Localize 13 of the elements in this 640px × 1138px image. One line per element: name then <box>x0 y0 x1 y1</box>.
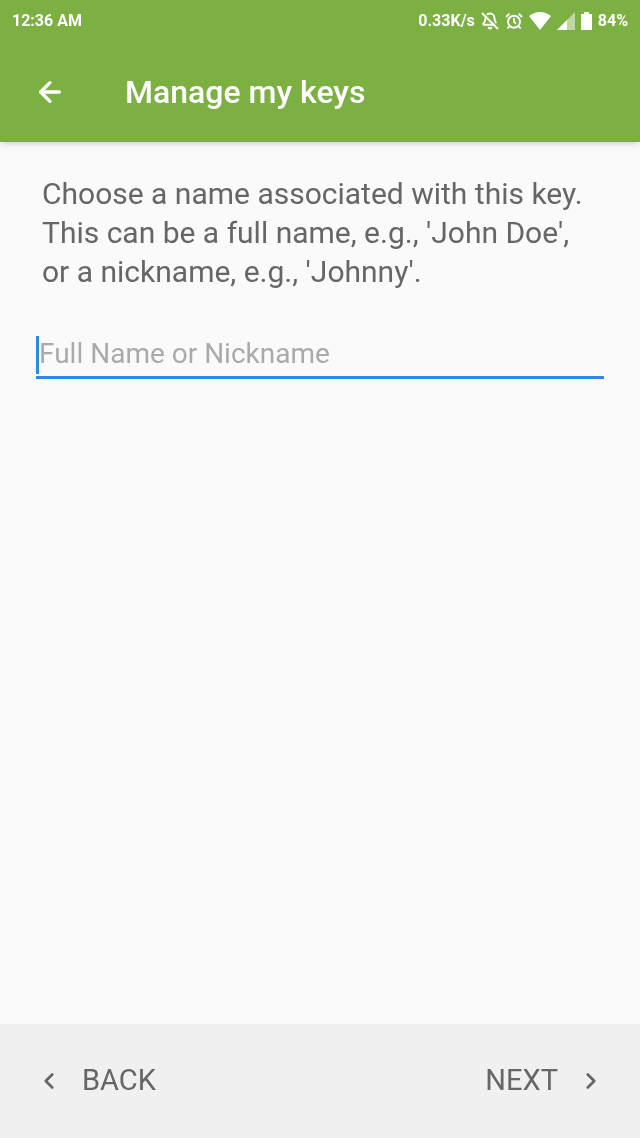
battery-level: 84% <box>597 10 628 32</box>
network-speed: 0.33K/s <box>418 10 475 32</box>
status-time: 12:36 AM <box>12 10 82 32</box>
name-input-field[interactable]: Full Name or Nickname <box>36 331 604 379</box>
alarm-clock-icon <box>504 12 523 30</box>
battery-icon <box>580 12 592 30</box>
instruction-text: Choose a name associated with this key. This can be a full name, e.g., 'John Doe', or a nickname, e.g., 'Johnny'. <box>41 175 584 291</box>
back-button[interactable]: BACK <box>36 1059 156 1103</box>
wifi-icon <box>528 12 551 30</box>
signal-icon <box>556 12 575 30</box>
bell-muted-icon <box>480 12 499 30</box>
app-title: Manage my keys <box>125 72 366 113</box>
next-button[interactable]: NEXT <box>485 1059 604 1103</box>
